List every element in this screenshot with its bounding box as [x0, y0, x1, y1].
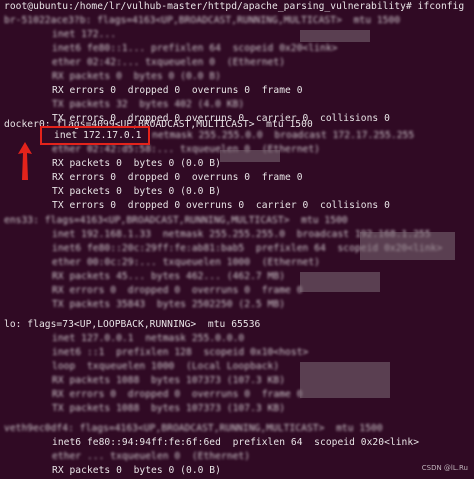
- terminal-window[interactable]: root@ubuntu:/home/lr/vulhub-master/httpd…: [0, 0, 474, 478]
- docker-rx-errors: RX errors 0 dropped 0 overruns 0 frame 0: [52, 172, 303, 183]
- mosaic-block: [300, 362, 390, 398]
- ens-tx-packets: TX packets 35843 bytes 2502250 (2.5 MB): [52, 299, 286, 310]
- mosaic-block: [360, 232, 455, 260]
- ens-rx-errors: RX errors 0 dropped 0 overruns 0 frame 0: [52, 285, 303, 296]
- lo-rx-packets: RX packets 1088 bytes 107373 (107.3 KB): [52, 375, 286, 386]
- br-rx-errors: RX errors 0 dropped 0 overruns 0 frame 0: [52, 85, 303, 96]
- prompt-line: root@ubuntu:/home/lr/vulhub-master/httpd…: [4, 1, 465, 12]
- docker-inet-rest: netmask 255.255.0.0 broadcast 172.17.255…: [152, 130, 415, 141]
- ens-ether: ether 00:0c:29:... txqueuelen 1000 (Ethe…: [52, 257, 320, 268]
- red-arrow-icon: [18, 142, 32, 180]
- br-tx-packets: TX packets 32 bytes 402 (4.0 KB): [52, 99, 245, 110]
- lo-inet6: inet6 ::1 prefixlen 128 scopeid 0x10<hos…: [52, 347, 309, 358]
- mosaic-block: [220, 150, 280, 162]
- br-ether: ether 02:42:... txqueuelen 0 (Ethernet): [52, 57, 286, 68]
- watermark: CSDN @lL.Ru: [421, 464, 468, 473]
- br-inet6: inet6 fe80::1... prefixlen 64 scopeid 0x…: [52, 43, 338, 54]
- lo-loop: loop txqueuelen 1000 (Local Loopback): [52, 361, 280, 372]
- lo-tx-packets: TX packets 1088 bytes 107373 (107.3 KB): [52, 403, 286, 414]
- lo-rx-errors: RX errors 0 dropped 0 overruns 0 frame 0: [52, 389, 303, 400]
- br-inet: inet 172...: [52, 29, 117, 40]
- docker-tx-packets: TX packets 0 bytes 0 (0.0 B): [52, 186, 221, 197]
- docker-tx-errors: TX errors 0 dropped 0 overruns 0 carrier…: [52, 200, 390, 211]
- mosaic-block: [300, 272, 380, 292]
- br-header: br-51022ace3?b: flags=4163<UP,BROADCAST,…: [4, 15, 401, 26]
- ens-rx-packets: RX packets 45... bytes 462... (462.7 MB): [52, 271, 286, 282]
- veth-ether: ether ... txqueuelen 0 (Ethernet): [52, 451, 251, 462]
- veth-inet6: inet6 fe80::94:94ff:fe:6f:6ed prefixlen …: [52, 437, 420, 448]
- br-rx-packets: RX packets 0 bytes 0 (0.0 B): [52, 71, 221, 82]
- lo-inet: inet 127.0.0.1 netmask 255.0.0.0: [52, 333, 245, 344]
- docker-rx-packets: RX packets 0 bytes 0 (0.0 B): [52, 158, 221, 169]
- highlight-box: [40, 126, 150, 145]
- veth-header: veth9ec0df4: flags=4163<UP,BROADCAST,RUN…: [4, 423, 383, 434]
- mosaic-block: [300, 30, 370, 42]
- ens-header: ens33: flags=4163<UP,BROADCAST,RUNNING,M…: [4, 215, 348, 226]
- lo-header: lo: flags=73<UP,LOOPBACK,RUNNING> mtu 65…: [4, 319, 261, 330]
- veth-rx-packets: RX packets 0 bytes 0 (0.0 B): [52, 465, 221, 476]
